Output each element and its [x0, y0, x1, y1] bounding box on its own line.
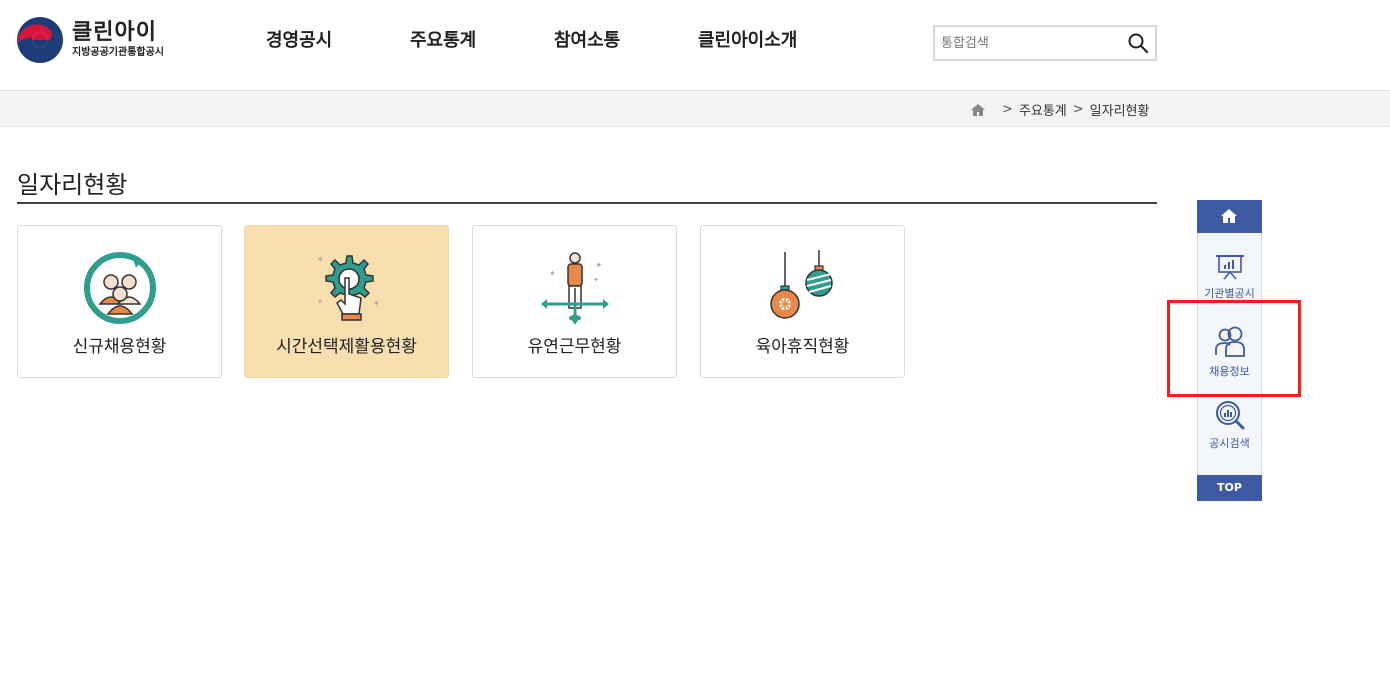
card-new-hire[interactable]: 신규채용현황 [17, 225, 222, 378]
search-chart-icon [1215, 401, 1244, 430]
breadcrumb-separator: > [1002, 102, 1013, 117]
quick-home-button[interactable] [1197, 200, 1262, 233]
svg-text:✦: ✦ [595, 261, 603, 271]
breadcrumb-separator: > [1072, 102, 1084, 117]
breadcrumb-bar: > 주요통계 > 일자리현황 [0, 90, 1390, 127]
search-icon[interactable] [1127, 32, 1149, 54]
page-title: 일자리현황 [17, 171, 128, 199]
logo[interactable]: 클린아이 지방공공기관통합공시 [16, 16, 164, 64]
card-parental-leave[interactable]: 육아휴직현황 [700, 225, 905, 378]
gear-touch-icon: ✦ ✦ ✦ [317, 255, 380, 321]
flexible-work-icon: ✦ ✦ ✦ [540, 252, 609, 325]
card-label: 유연근무현황 [527, 337, 622, 357]
svg-text:✦: ✦ [317, 298, 323, 306]
svg-text:✦: ✦ [593, 276, 599, 284]
card-part-time[interactable]: ✦ ✦ ✦ 시간선택제활용현황 [244, 225, 449, 378]
title-divider [17, 202, 1157, 204]
nav-item-participation[interactable]: 참여소통 [520, 28, 664, 54]
quick-item-disclosure-search[interactable]: 공시검색 [1198, 399, 1261, 473]
main-nav: 경영공시 주요통계 참여소통 클린아이소개 [232, 28, 824, 54]
nav-item-management-disclosure[interactable]: 경영공시 [232, 28, 376, 54]
svg-text:✦: ✦ [549, 269, 556, 278]
home-icon[interactable] [970, 102, 986, 118]
scroll-top-button[interactable]: TOP [1197, 475, 1262, 501]
card-label: 신규채용현황 [72, 337, 167, 357]
quick-item-label: 기관별공시 [1204, 287, 1255, 300]
svg-text:✦: ✦ [317, 255, 324, 264]
search-box [933, 25, 1157, 61]
card-label: 시간선택제활용현황 [276, 337, 417, 357]
quick-item-label: 공시검색 [1209, 437, 1250, 450]
ornament-icon [769, 250, 833, 319]
header: 클린아이 지방공공기관통합공시 경영공시 주요통계 참여소통 클린아이소개 [0, 0, 1390, 90]
logo-subtitle: 지방공공기관통합공시 [72, 47, 164, 58]
new-hire-icon [83, 252, 156, 324]
card-flexible-work[interactable]: ✦ ✦ ✦ 유연근무현황 [472, 225, 677, 378]
home-icon [1221, 209, 1237, 223]
presentation-chart-icon [1215, 255, 1244, 280]
highlight-box [1167, 300, 1301, 397]
breadcrumb-item-jobs[interactable]: 일자리현황 [1090, 100, 1150, 119]
breadcrumb-item-statistics[interactable]: 주요통계 [1019, 100, 1067, 119]
svg-text:✦: ✦ [373, 299, 380, 308]
search-input[interactable] [935, 27, 1115, 59]
logo-title: 클린아이 [72, 20, 157, 45]
nav-item-key-statistics[interactable]: 주요통계 [376, 28, 520, 54]
taegeuk-logo-icon [17, 17, 63, 63]
card-label: 육아휴직현황 [755, 337, 850, 357]
nav-item-about[interactable]: 클린아이소개 [664, 28, 824, 54]
breadcrumb: > 주요통계 > 일자리현황 [970, 100, 1149, 119]
